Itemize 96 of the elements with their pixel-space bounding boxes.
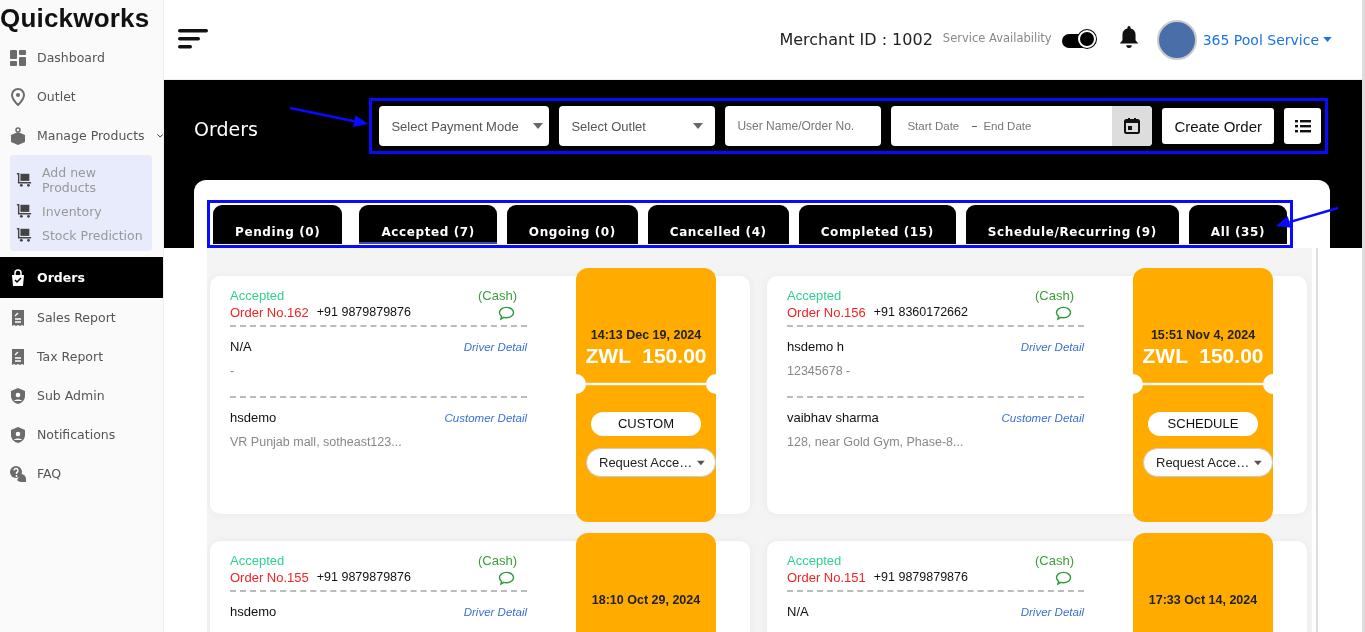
tab[interactable]: Cancelled (4) xyxy=(647,205,789,244)
dashboard-icon xyxy=(9,48,27,67)
service-availability-label: Service Availability xyxy=(942,30,1052,45)
driver-name: hsdemo h xyxy=(787,339,845,354)
payment-method: (Cash) xyxy=(478,288,518,303)
customer-name: vaibhav sharma xyxy=(787,410,879,425)
shopping-bag-icon xyxy=(9,268,27,287)
tab[interactable]: All (35) xyxy=(1188,205,1287,244)
caret-icon xyxy=(697,459,705,466)
driver-name: N/A xyxy=(787,604,809,619)
chat-bubble-icon xyxy=(1055,306,1072,321)
chat-bubble-icon xyxy=(498,306,515,321)
tab[interactable]: Completed (15) xyxy=(798,205,956,244)
tab[interactable]: Pending (0) xyxy=(213,205,343,244)
status-dropdown[interactable]: Request Acce… xyxy=(586,448,716,477)
order-number: Order No.162 xyxy=(230,304,309,320)
order-type-label: CUSTOM xyxy=(591,412,701,436)
driver-detail-link[interactable]: Driver Detail xyxy=(463,605,527,618)
faq-bubble-icon xyxy=(9,464,27,483)
order-status: Accepted xyxy=(787,288,842,303)
driver-info: 12345678 - xyxy=(787,364,852,378)
list-icon xyxy=(1294,119,1311,133)
phone-number: +91 9879879876 xyxy=(873,569,968,585)
sidebar-item[interactable]: Orders xyxy=(0,257,163,298)
select-dropdown[interactable]: Select Payment Mode xyxy=(379,106,550,146)
order-status: Accepted xyxy=(230,288,285,303)
phone-number: +91 9879879876 xyxy=(316,304,411,320)
calendar-icon xyxy=(1123,117,1142,135)
search-field[interactable]: User Name/Order No. xyxy=(725,106,882,146)
cart-icon xyxy=(16,203,32,219)
chat-bubble-icon xyxy=(1055,571,1072,586)
customer-address: VR Punjab mall, sotheast123... xyxy=(230,435,403,449)
driver-info: - xyxy=(230,364,236,378)
create-order-button[interactable]: Create Order xyxy=(1162,108,1274,144)
shield-user-icon xyxy=(9,425,27,444)
status-dropdown[interactable]: Request Acce… xyxy=(1143,448,1273,477)
select-dropdown[interactable]: Select Outlet xyxy=(559,106,716,146)
location-pin-icon xyxy=(9,87,27,106)
caret-icon xyxy=(1254,459,1262,466)
calendar-button[interactable] xyxy=(1112,106,1153,146)
caret-icon xyxy=(1323,37,1332,42)
driver-name: hsdemo xyxy=(230,604,277,619)
tab[interactable]: Ongoing (0) xyxy=(506,205,638,244)
receipt-icon xyxy=(9,347,27,366)
order-number: Order No.156 xyxy=(787,304,866,320)
phone-number: +91 9879879876 xyxy=(316,569,411,585)
list-view-button[interactable] xyxy=(1284,108,1321,144)
logo: Quickworks xyxy=(0,2,151,35)
sidebar-item[interactable]: Dashboard xyxy=(0,38,163,77)
box-icon xyxy=(9,126,27,145)
driver-detail-link[interactable]: Driver Detail xyxy=(1020,605,1084,618)
payment-method: (Cash) xyxy=(1035,553,1075,568)
cart-icon xyxy=(16,172,32,188)
order-type-label: SCHEDULE xyxy=(1148,412,1258,436)
driver-detail-link[interactable]: Driver Detail xyxy=(463,340,527,353)
customer-detail-link[interactable]: Customer Detail xyxy=(444,411,527,424)
order-datetime: 17:33 Oct 14, 2024 xyxy=(1148,593,1258,607)
payment-method: (Cash) xyxy=(478,553,518,568)
order-amount: ZWL 150.00 xyxy=(585,344,707,368)
avatar xyxy=(1156,19,1197,60)
sidebar-item[interactable]: Sales Report xyxy=(0,298,163,337)
customer-address: 128, near Gold Gym, Phase-8... xyxy=(787,435,965,449)
order-datetime: 14:13 Dec 19, 2024 xyxy=(590,328,702,342)
chat-bubble-icon xyxy=(498,571,515,586)
receipt-icon xyxy=(9,308,27,327)
customer-name: hsdemo xyxy=(230,410,277,425)
tab[interactable]: Accepted (7) xyxy=(359,205,497,244)
driver-detail-link[interactable]: Driver Detail xyxy=(1020,340,1084,353)
sidebar-item[interactable]: Sub Admin xyxy=(0,376,163,415)
sidebar-item[interactable]: Outlet xyxy=(0,77,163,116)
phone-number: +91 8360172662 xyxy=(873,304,968,320)
order-datetime: 15:51 Nov 4, 2024 xyxy=(1150,328,1256,342)
date-separator: – xyxy=(971,119,978,133)
order-amount: ZWL 150.00 xyxy=(1142,344,1264,368)
shield-user-icon xyxy=(9,386,27,405)
bell-icon xyxy=(1117,24,1140,49)
sidebar-item[interactable]: Manage Products xyxy=(0,116,163,155)
order-status: Accepted xyxy=(230,553,285,568)
payment-method: (Cash) xyxy=(1035,288,1075,303)
order-status: Accepted xyxy=(787,553,842,568)
caret-icon xyxy=(533,123,544,129)
menu-icon xyxy=(178,28,208,49)
merchant-id: Merchant ID : 1002 xyxy=(779,30,933,49)
tab[interactable]: Schedule/Recurring (9) xyxy=(965,205,1179,244)
order-number: Order No.151 xyxy=(787,569,866,585)
page-title: Orders xyxy=(194,118,259,140)
customer-detail-link[interactable]: Customer Detail xyxy=(1001,411,1084,424)
sidebar-item[interactable]: Tax Report xyxy=(0,337,163,376)
sidebar-item[interactable]: Notifications xyxy=(0,415,163,454)
cart-icon xyxy=(16,227,32,243)
sidebar-item[interactable]: FAQ xyxy=(0,454,163,493)
caret-icon xyxy=(693,123,704,129)
order-datetime: 18:10 Oct 29, 2024 xyxy=(591,593,701,607)
account-menu[interactable]: 365 Pool Service xyxy=(1202,31,1332,48)
driver-name: N/A xyxy=(230,339,252,354)
order-number: Order No.155 xyxy=(230,569,309,585)
